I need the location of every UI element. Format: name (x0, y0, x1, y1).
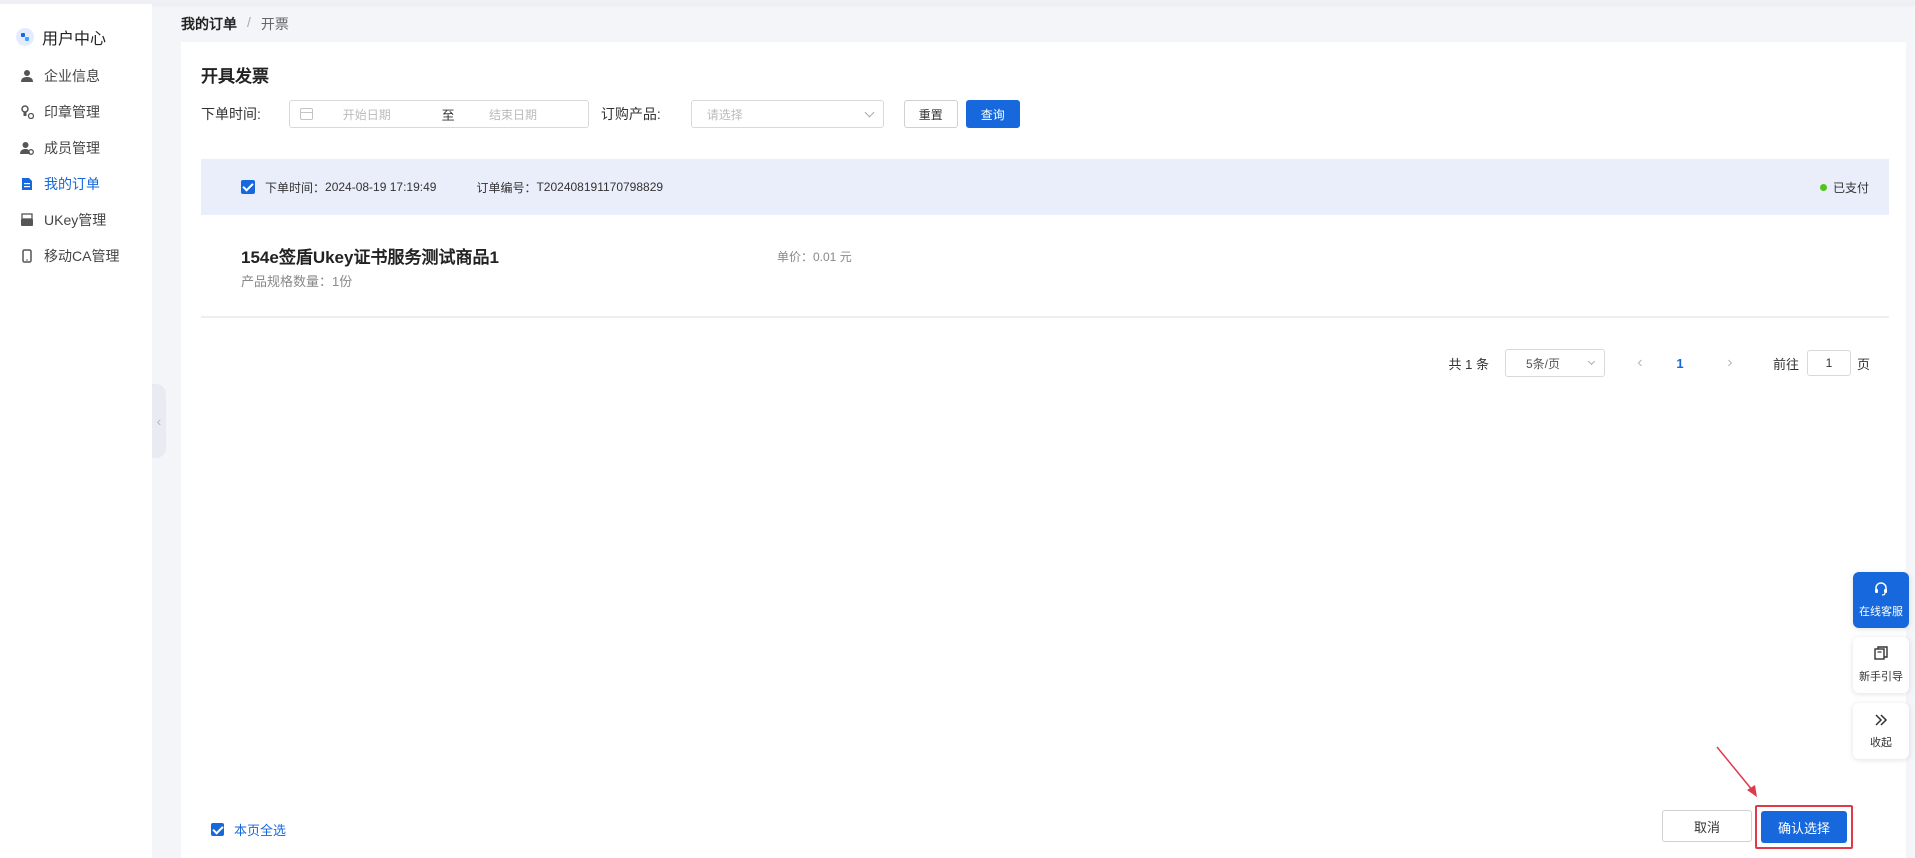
product-spec: 产品规格数量：1份 (241, 274, 353, 289)
members-icon (20, 141, 34, 155)
sidebar-item-label: 成员管理 (44, 140, 100, 156)
product-select-placeholder: 请选择 (706, 107, 743, 122)
status-text: 已支付 (1832, 180, 1869, 195)
sidebar-header: 用户中心 (0, 16, 152, 58)
sidebar-item-label: 移动CA管理 (44, 248, 120, 264)
unit-price: 单价：0.01 元 (777, 250, 852, 264)
end-date-input[interactable]: 结束日期 (489, 106, 588, 123)
status-badge: 已支付 (1819, 179, 1869, 196)
order-checkbox[interactable] (241, 180, 255, 194)
book-icon (1874, 646, 1888, 660)
sidebar-item-label: UKey管理 (44, 212, 107, 228)
ukey-icon (20, 213, 34, 227)
collapse-widget-button[interactable]: 收起 (1853, 703, 1909, 759)
headset-icon (1875, 582, 1887, 596)
sidebar-item-label: 我的订单 (44, 176, 100, 192)
date-range-picker[interactable]: 开始日期 至 结束日期 (288, 100, 589, 128)
start-date-input[interactable]: 开始日期 (343, 106, 442, 123)
product-select[interactable]: 请选择 (690, 100, 884, 128)
user-icon (20, 69, 34, 83)
select-all-row[interactable]: 本页全选 (211, 820, 286, 839)
chevron-down-icon (864, 107, 875, 117)
sidebar-collapse-handle[interactable]: ‹ (152, 384, 166, 458)
query-button[interactable]: 查询 (965, 100, 1020, 128)
seal-icon (20, 105, 34, 119)
order-header: 下单时间： 2024-08-19 17:19:49 订单编号： T2024081… (201, 159, 1889, 215)
page-size-value: 5条/页 (1525, 356, 1560, 371)
sidebar-item-ukey-management[interactable]: UKey管理 (0, 202, 152, 238)
collapse-label: 收起 (1870, 737, 1892, 749)
page-size-select[interactable]: 5条/页 (1504, 349, 1605, 377)
next-page-button[interactable]: › (1715, 354, 1745, 372)
chevron-left-icon: ‹ (156, 413, 162, 429)
pagination-total: 共 1 条 (1448, 356, 1489, 372)
order-time-label: 下单时间： (265, 180, 326, 195)
mobile-icon (20, 249, 34, 263)
chevron-down-icon (1587, 357, 1596, 365)
page-number-current[interactable]: 1 (1665, 356, 1695, 371)
page-suffix: 页 (1856, 356, 1870, 372)
sidebar-item-label: 企业信息 (44, 68, 100, 84)
sidebar-item-mobile-ca[interactable]: 移动CA管理 (0, 238, 152, 274)
breadcrumb: 我的订单 / 开票 (181, 14, 289, 34)
double-chevron-right-icon (1875, 714, 1888, 726)
order-body: 154e签盾Ukey证书服务测试商品1 产品规格数量：1份 单价：0.01 元 (201, 215, 1889, 318)
online-service-label: 在线客服 (1859, 606, 1903, 618)
sidebar-title: 用户中心 (42, 31, 107, 48)
confirm-highlight-box: 确认选择 (1755, 805, 1853, 849)
filter-row: 下单时间: 开始日期 至 结束日期 订购产品: 请选择 重置 查询 (201, 99, 1020, 129)
status-dot-icon (1819, 183, 1827, 191)
goto-label: 前往 (1772, 356, 1799, 372)
beginner-guide-label: 新手引导 (1859, 671, 1903, 683)
goto-page-input[interactable] (1806, 350, 1851, 376)
range-separator: 至 (441, 107, 455, 123)
user-center-logo-icon (16, 28, 34, 46)
online-service-button[interactable]: 在线客服 (1853, 572, 1909, 628)
prev-page-button[interactable]: ‹ (1625, 354, 1655, 372)
order-time-label: 下单时间: (201, 106, 261, 122)
beginner-guide-button[interactable]: 新手引导 (1853, 637, 1909, 693)
sidebar: 用户中心 企业信息 印章管理 成员管理 我的订单 UKey管理 移动CA管理 (0, 4, 152, 858)
sidebar-item-company-info[interactable]: 企业信息 (0, 58, 152, 94)
confirm-select-button[interactable]: 确认选择 (1761, 811, 1847, 843)
sidebar-item-my-orders[interactable]: 我的订单 (0, 166, 152, 202)
annotation-arrow-icon (1716, 746, 1757, 797)
select-all-label[interactable]: 本页全选 (234, 820, 286, 839)
document-icon (20, 177, 34, 191)
breadcrumb-my-orders[interactable]: 我的订单 (181, 14, 237, 34)
calendar-icon (299, 108, 313, 120)
order-time-value: 2024-08-19 17:19:49 (325, 180, 437, 194)
cancel-button[interactable]: 取消 (1662, 810, 1752, 842)
select-all-checkbox[interactable] (211, 823, 224, 836)
breadcrumb-invoice: 开票 (260, 16, 289, 32)
product-label: 订购产品: (600, 106, 661, 122)
pagination: 共 1 条 5条/页 ‹ 1 › 前往 页 (1448, 349, 1870, 377)
main-panel: 开具发票 下单时间: 开始日期 至 结束日期 订购产品: 请选择 重置 查询 下… (181, 42, 1906, 858)
page-title: 开具发票 (201, 67, 269, 86)
reset-button[interactable]: 重置 (903, 100, 958, 128)
top-shadow (0, 0, 1915, 4)
order-number-value: T202408191170798829 (536, 180, 664, 194)
breadcrumb-separator: / (247, 14, 251, 30)
sidebar-menu: 企业信息 印章管理 成员管理 我的订单 UKey管理 移动CA管理 (0, 58, 152, 274)
order-number-label: 订单编号： (476, 180, 537, 195)
sidebar-item-member-management[interactable]: 成员管理 (0, 130, 152, 166)
sidebar-item-label: 印章管理 (44, 104, 100, 120)
sidebar-item-seal-management[interactable]: 印章管理 (0, 94, 152, 130)
product-name: 154e签盾Ukey证书服务测试商品1 (241, 248, 499, 267)
